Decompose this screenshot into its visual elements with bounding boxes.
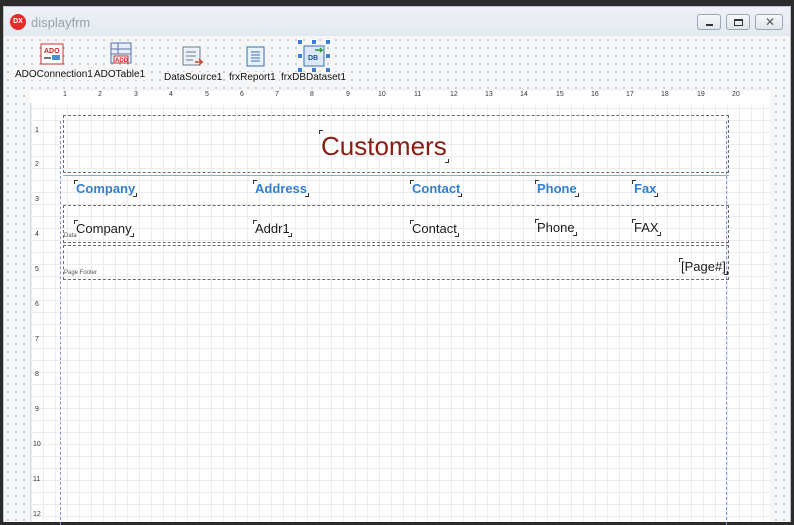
- horizontal-ruler: 1 2 3 4 5 6 7 8 9 10 11 12 13 14 15 16 1…: [30, 91, 770, 103]
- ado-table-component[interactable]: ADD: [109, 42, 133, 66]
- ado-connection-icon: ADO: [40, 43, 64, 65]
- app-icon: DX: [10, 14, 26, 30]
- close-icon: ✕: [765, 15, 776, 29]
- ruler-mark: 19: [697, 91, 705, 98]
- ruler-mark: 8: [310, 91, 314, 98]
- ruler-mark: 10: [33, 441, 41, 448]
- ruler-mark: 12: [450, 91, 458, 98]
- frx-dbdataset-component[interactable]: DB: [297, 39, 331, 73]
- ruler-mark: 17: [626, 91, 634, 98]
- minimize-button[interactable]: [697, 14, 721, 30]
- header-address[interactable]: Address: [252, 180, 310, 197]
- component-label: DataSource1: [163, 72, 224, 83]
- ruler-mark: 1: [63, 91, 67, 98]
- selection-handle[interactable]: [325, 39, 331, 45]
- maximize-button[interactable]: [726, 14, 750, 30]
- svg-text:DB: DB: [308, 55, 318, 62]
- ruler-mark: 5: [35, 266, 39, 273]
- selection-handle[interactable]: [297, 53, 303, 59]
- ruler-mark: 7: [275, 91, 279, 98]
- datasource-icon: [182, 46, 204, 66]
- ruler-mark: 2: [35, 161, 39, 168]
- header-band-line: [63, 175, 729, 176]
- window-title: displayfrm: [31, 15, 91, 30]
- title-bar[interactable]: DX displayfrm ✕: [4, 7, 790, 36]
- selection-handle[interactable]: [311, 39, 317, 45]
- ruler-mark: 11: [33, 476, 41, 483]
- ruler-mark: 5: [205, 91, 209, 98]
- frx-report-icon: [246, 46, 265, 67]
- ruler-mark: 3: [35, 196, 39, 203]
- ruler-mark: 9: [346, 91, 350, 98]
- page-footer-label: Page Footer: [64, 270, 98, 276]
- field-contact[interactable]: Contact: [410, 220, 459, 237]
- ruler-mark: 3: [134, 91, 138, 98]
- ruler-mark: 7: [35, 336, 39, 343]
- field-company[interactable]: Company: [74, 220, 134, 237]
- component-label: frxReport1: [228, 72, 277, 83]
- ruler-mark: 20: [732, 91, 740, 98]
- ruler-mark: 8: [35, 371, 39, 378]
- form-window: DX displayfrm ✕ ADO ADOConnection1 ADD A…: [3, 6, 791, 525]
- left-margin-line: [60, 121, 61, 525]
- datasource-component[interactable]: [181, 45, 205, 69]
- ruler-mark: 14: [520, 91, 528, 98]
- data-band[interactable]: [63, 205, 729, 243]
- close-button[interactable]: ✕: [755, 14, 783, 30]
- component-label: frxDBDataset1: [280, 72, 348, 83]
- field-address[interactable]: Addr1: [253, 220, 292, 237]
- right-margin-line: [726, 121, 727, 525]
- header-fax[interactable]: Fax: [631, 180, 659, 197]
- svg-text:ADD: ADD: [115, 58, 129, 64]
- ruler-mark: 15: [556, 91, 564, 98]
- component-label: ADOTable1: [93, 69, 147, 80]
- maximize-icon: [734, 19, 743, 26]
- ruler-mark: 12: [33, 511, 41, 518]
- page-number-field[interactable]: [Page#]: [679, 258, 728, 275]
- selection-handle[interactable]: [297, 39, 303, 45]
- header-contact[interactable]: Contact: [409, 180, 463, 197]
- ruler-mark: 10: [378, 91, 386, 98]
- ruler-mark: 13: [485, 91, 493, 98]
- header-company[interactable]: Company: [73, 180, 138, 197]
- svg-text:ADO: ADO: [44, 48, 60, 55]
- frx-dbdataset-icon: DB: [303, 45, 325, 67]
- ruler-mark: 11: [414, 91, 422, 98]
- ruler-mark: 6: [35, 301, 39, 308]
- ruler-mark: 4: [169, 91, 173, 98]
- field-fax[interactable]: FAX: [632, 219, 661, 236]
- ruler-mark: 9: [35, 406, 39, 413]
- component-label: ADOConnection1: [14, 69, 94, 80]
- selection-handle[interactable]: [325, 53, 331, 59]
- ruler-mark: 1: [35, 127, 39, 134]
- ruler-mark: 4: [35, 231, 39, 238]
- report-title-text[interactable]: Customers: [319, 130, 449, 163]
- field-phone[interactable]: Phone: [535, 219, 577, 236]
- ruler-mark: 6: [240, 91, 244, 98]
- page-footer-band[interactable]: [63, 245, 729, 280]
- ruler-mark: 2: [98, 91, 102, 98]
- ruler-mark: 16: [591, 91, 599, 98]
- minimize-icon: [706, 24, 713, 26]
- ado-connection-component[interactable]: ADO: [40, 42, 64, 66]
- header-phone[interactable]: Phone: [535, 180, 579, 197]
- ruler-mark: 18: [661, 91, 669, 98]
- frx-report-component[interactable]: [244, 45, 268, 69]
- data-band-label: Data: [64, 233, 77, 239]
- ado-table-icon: ADD: [110, 42, 132, 64]
